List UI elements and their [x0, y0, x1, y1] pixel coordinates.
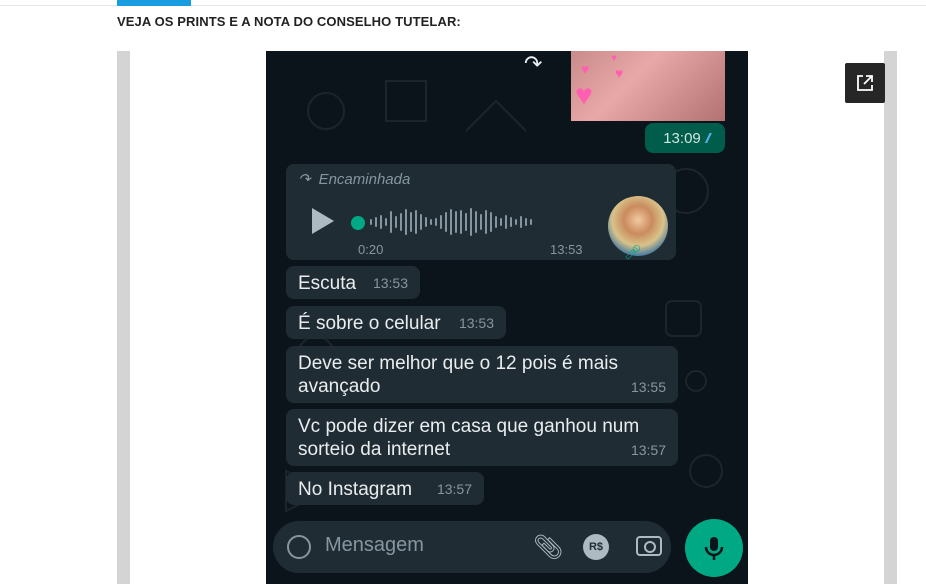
waveform-bar — [370, 219, 372, 225]
waveform-bar — [505, 215, 507, 229]
waveform-bar — [490, 212, 492, 232]
forwarded-label: ↷ Encaminhada — [298, 170, 411, 189]
message-input[interactable]: Mensagem — [325, 534, 424, 557]
waveform-bar — [415, 210, 417, 234]
waveform-bar — [480, 214, 482, 230]
image-message-meta: 13:09 // — [645, 123, 725, 153]
waveform-bar — [390, 211, 392, 233]
waveform-bar — [525, 218, 527, 226]
audio-duration: 0:20 — [358, 242, 384, 257]
record-audio-button[interactable] — [685, 519, 743, 577]
audio-message[interactable]: ↷ Encaminhada 0:20 13:53 🎤︎ — [286, 164, 676, 260]
waveform-bar — [500, 218, 502, 226]
waveform-bar — [520, 216, 522, 228]
audio-progress-dot[interactable] — [351, 216, 365, 230]
waveform-bar — [420, 214, 422, 230]
waveform-bar — [385, 218, 387, 226]
open-external-button[interactable] — [845, 63, 885, 103]
waveform-bar — [465, 213, 467, 231]
play-icon[interactable] — [312, 208, 334, 234]
chat-message[interactable]: Vc pode dizer em casa que ganhou num sor… — [286, 409, 678, 466]
waveform-bar — [400, 213, 402, 231]
message-time: 13:09 — [663, 129, 701, 147]
waveform-bar — [495, 216, 497, 228]
emoji-icon[interactable] — [287, 535, 311, 559]
waveform-bar — [530, 219, 532, 225]
waveform-bar — [485, 210, 487, 234]
chat-message[interactable]: Escuta 13:53 — [286, 266, 420, 299]
image-message[interactable]: ♥ ♥ ♥ ♥ — [571, 51, 725, 121]
waveform-bar — [430, 219, 432, 225]
chat-message[interactable]: Deve ser melhor que o 12 pois é mais ava… — [286, 346, 678, 403]
heart-icon: ♥ — [581, 61, 590, 77]
attach-icon[interactable]: 📎︎ — [533, 533, 563, 562]
heart-icon: ♥ — [611, 53, 617, 64]
audio-waveform[interactable] — [370, 207, 590, 237]
payment-button[interactable]: R$ — [583, 534, 609, 560]
accent-tab — [117, 0, 191, 6]
waveform-bar — [375, 217, 377, 227]
waveform-bar — [470, 208, 472, 236]
top-bar — [0, 0, 926, 6]
waveform-bar — [510, 217, 512, 227]
waveform-bar — [425, 217, 427, 227]
heart-icon: ♥ — [615, 65, 624, 81]
waveform-bar — [440, 215, 442, 229]
camera-icon[interactable] — [636, 536, 662, 556]
forward-icon[interactable]: ↷ — [524, 51, 542, 77]
waveform-bar — [435, 218, 437, 226]
waveform-bar — [395, 216, 397, 228]
waveform-bar — [450, 209, 452, 235]
mic-icon — [704, 537, 724, 560]
article-heading: VEJA OS PRINTS E A NOTA DO CONSELHO TUTE… — [117, 14, 461, 29]
message-time: 13:53 — [550, 242, 583, 257]
chat-screenshot: ↷ ♥ ♥ ♥ ♥ 13:09 // ↷ Encaminhada 0:20 13… — [266, 51, 748, 584]
waveform-bar — [455, 211, 457, 233]
chat-message[interactable]: É sobre o celular 13:53 — [286, 306, 506, 339]
waveform-bar — [380, 215, 382, 229]
message-composer[interactable]: Mensagem 📎︎ R$ — [273, 521, 671, 573]
mic-icon: 🎤︎ — [624, 244, 642, 260]
open-external-icon — [857, 75, 873, 91]
waveform-bar — [515, 219, 517, 225]
waveform-bar — [460, 210, 462, 234]
waveform-bar — [405, 209, 407, 235]
waveform-bar — [410, 212, 412, 232]
forward-icon: ↷ — [298, 171, 311, 188]
waveform-bar — [445, 212, 447, 232]
chat-message[interactable]: No Instagram 13:57 — [286, 472, 484, 505]
heart-icon: ♥ — [575, 79, 593, 112]
waveform-bar — [475, 211, 477, 233]
